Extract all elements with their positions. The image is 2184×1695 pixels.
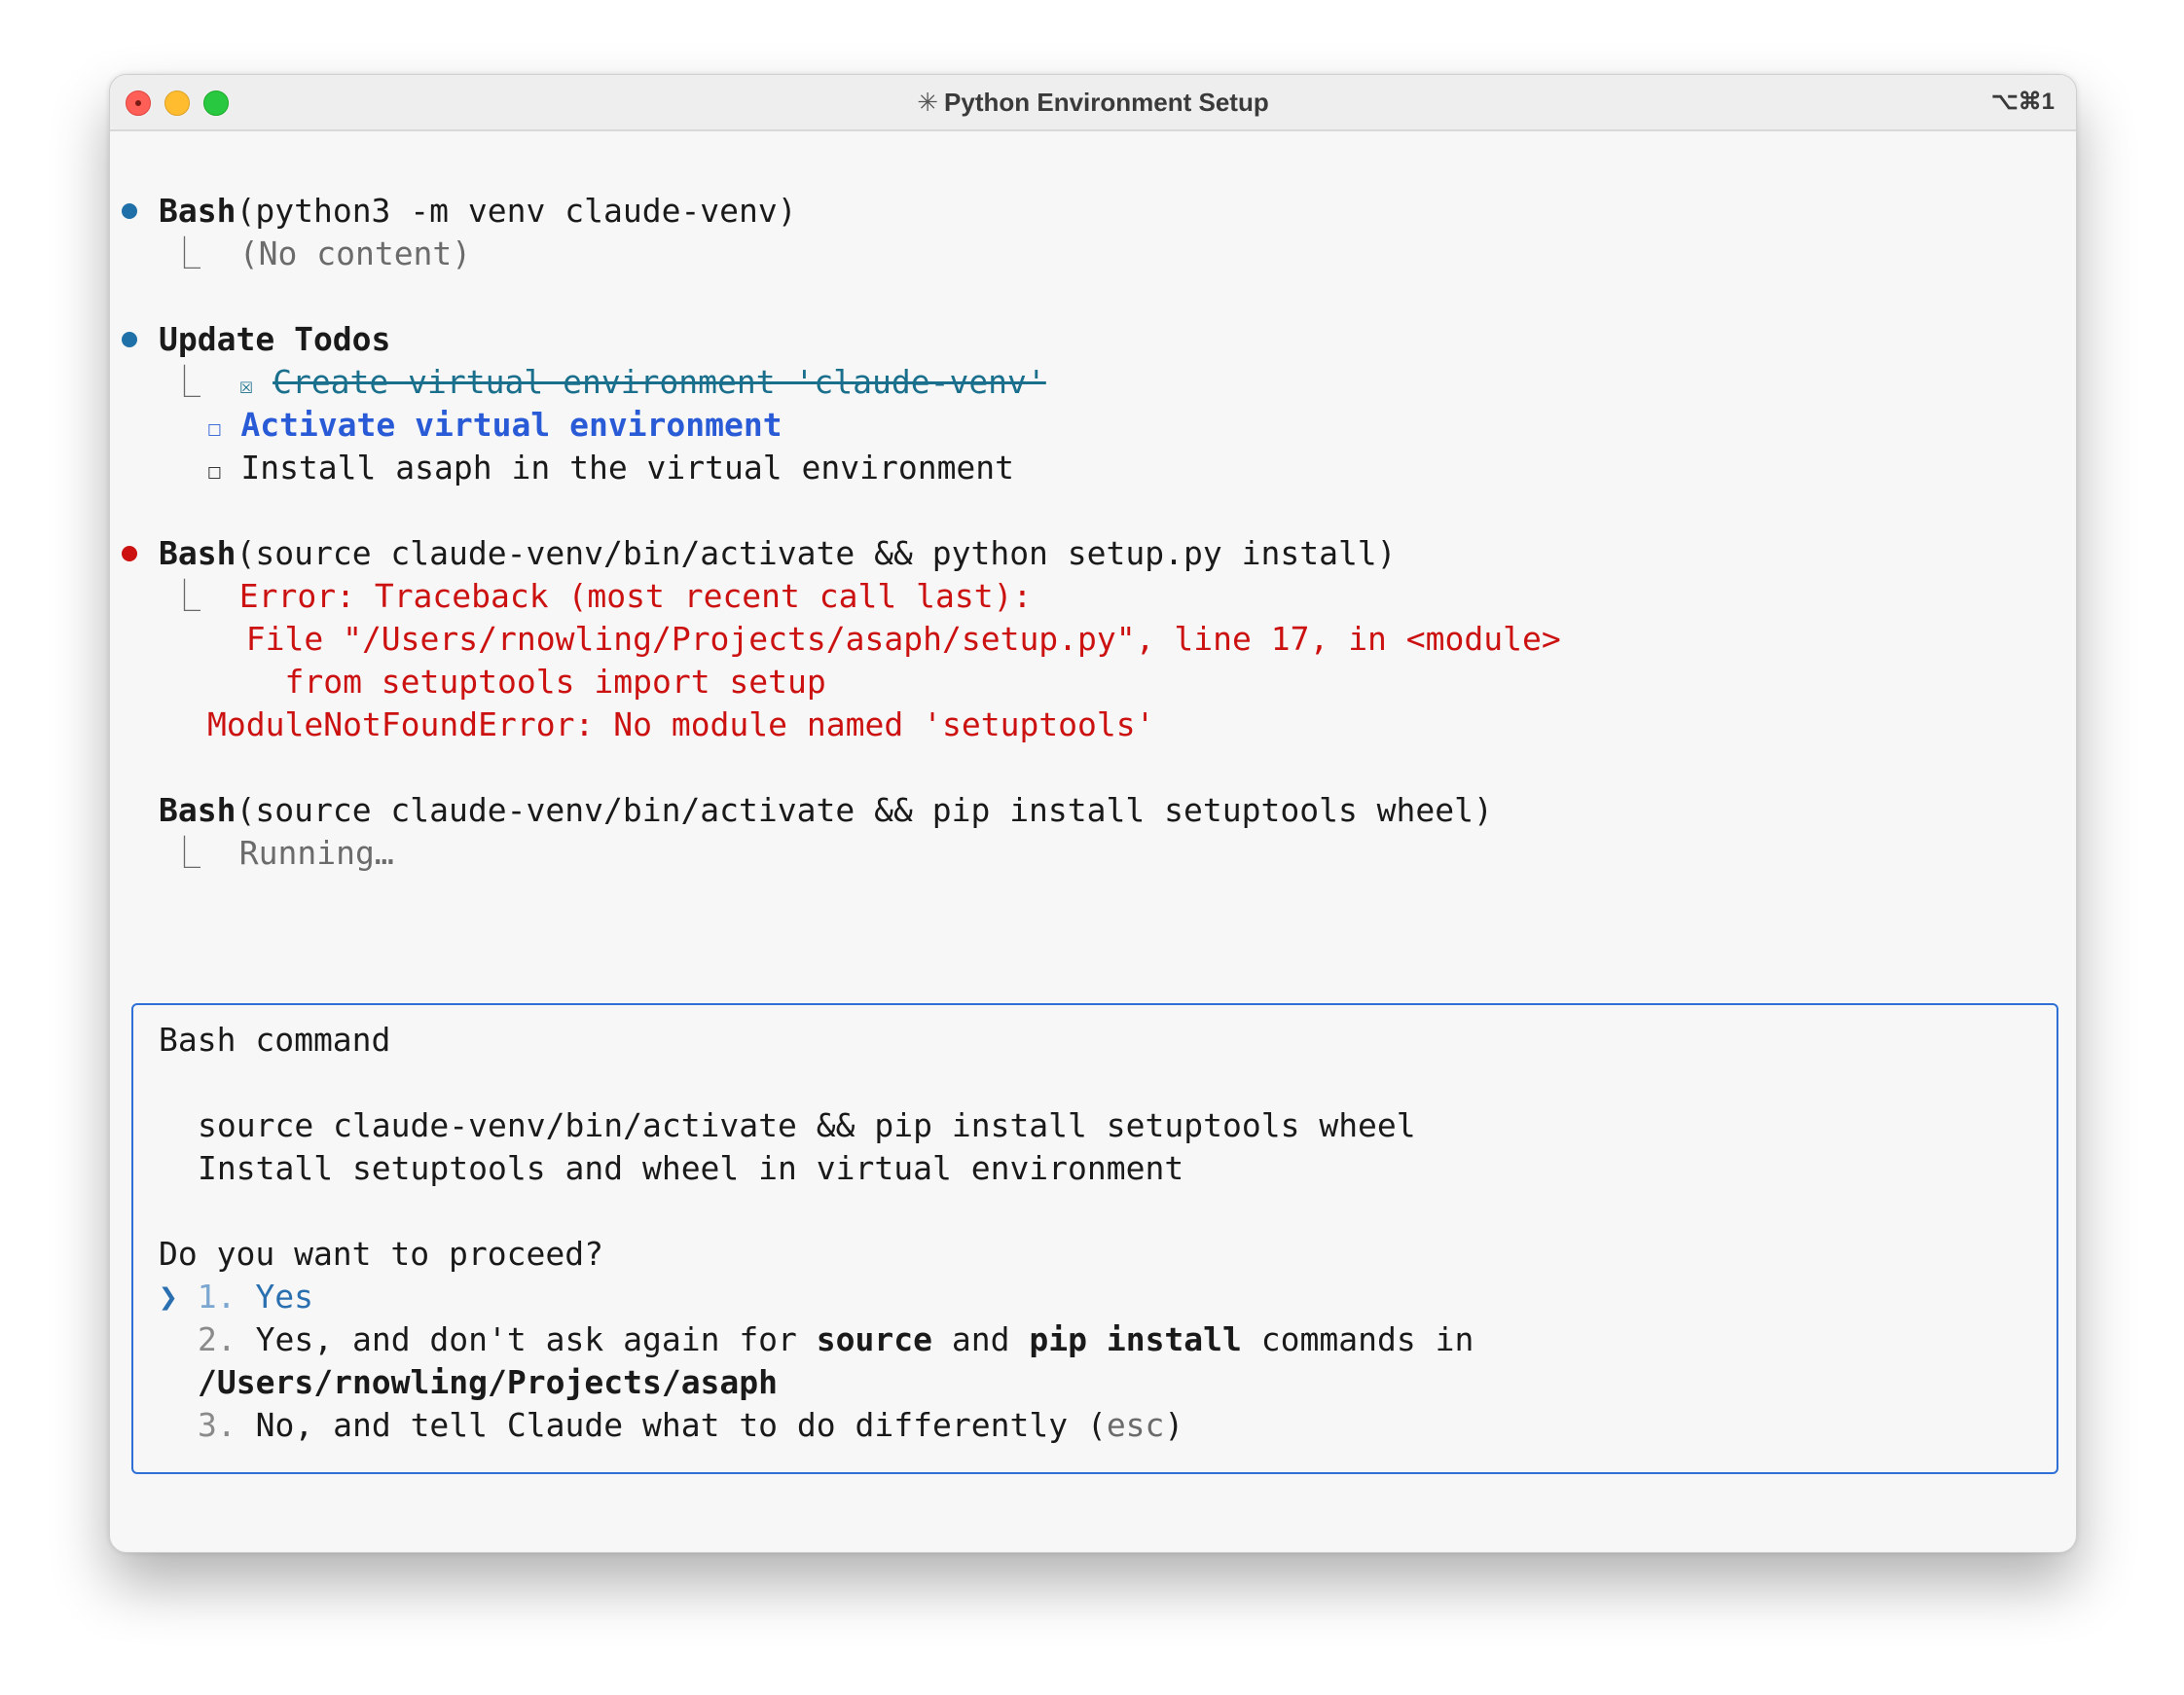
error-line: ModuleNotFoundError: No module named 'se… bbox=[207, 705, 1155, 743]
option-label-command: source bbox=[816, 1320, 933, 1358]
status-dot-error-icon bbox=[122, 546, 137, 561]
title-bar: ✳ Python Environment Setup ⌥⌘1 bbox=[110, 75, 2076, 131]
tool-args: (python3 -m venv claude-venv) bbox=[236, 192, 797, 230]
window-shortcut-label: ⌥⌘1 bbox=[1990, 89, 2055, 115]
selection-chevron-icon: ❯ bbox=[159, 1278, 178, 1316]
tool-call-line: Bash(source claude-venv/bin/activate && … bbox=[159, 532, 1397, 575]
error-line: ⎿ Error: Traceback (most recent call las… bbox=[168, 575, 1032, 618]
window-title-text: Python Environment Setup bbox=[944, 88, 1269, 117]
tree-branch-icon: ⎿ bbox=[168, 234, 200, 272]
option-label: No, and tell Claude what to do different… bbox=[255, 1406, 1107, 1444]
tool-call-line: Bash(source claude-venv/bin/activate && … bbox=[159, 789, 1493, 832]
todo-item-in-progress: ☐ Activate virtual environment bbox=[207, 404, 783, 447]
option-yes[interactable]: ❯ 1. Yes bbox=[159, 1276, 313, 1318]
option-number: 1. bbox=[197, 1278, 237, 1316]
permission-dialog: Bash command source claude-venv/bin/acti… bbox=[131, 1003, 2058, 1474]
checkbox-empty-icon: ☐ bbox=[207, 457, 222, 485]
option-label: Yes, and don't ask again for bbox=[255, 1320, 817, 1358]
status-dot-success-icon bbox=[122, 203, 137, 219]
tool-name: Bash bbox=[159, 791, 237, 829]
option-path: /Users/rnowling/Projects/asaph bbox=[198, 1363, 779, 1401]
option-hint: esc bbox=[1106, 1406, 1165, 1444]
tool-name: Bash bbox=[159, 192, 237, 230]
checkbox-checked-icon: ☒ bbox=[238, 372, 254, 399]
tree-branch-icon: ⎿ bbox=[168, 363, 200, 401]
dialog-title: Bash command bbox=[159, 1021, 391, 1059]
option-label: Yes bbox=[255, 1278, 313, 1316]
tool-args: (source claude-venv/bin/activate && pip … bbox=[236, 791, 1493, 829]
todos-heading: Update Todos bbox=[159, 320, 391, 358]
option-label: commands in bbox=[1241, 1320, 1474, 1358]
error-text: Error: Traceback (most recent call last)… bbox=[238, 577, 1033, 615]
running-status: Running… bbox=[238, 834, 394, 872]
tool-result-line: ⎿ Running… bbox=[168, 832, 394, 875]
status-dot-success-icon bbox=[122, 332, 137, 347]
error-line: File "/Users/rnowling/Projects/asaph/set… bbox=[207, 620, 1561, 658]
window-title: ✳ Python Environment Setup bbox=[110, 75, 2076, 129]
tool-call-line: Bash(python3 -m venv claude-venv) bbox=[159, 190, 797, 233]
command-text: source claude-venv/bin/activate && pip i… bbox=[198, 1106, 1416, 1144]
checkbox-empty-icon: ☐ bbox=[207, 415, 222, 442]
tool-result-line: ⎿ (No content) bbox=[168, 233, 471, 275]
todo-label: Activate virtual environment bbox=[240, 406, 783, 444]
option-label: ) bbox=[1164, 1406, 1184, 1444]
option-no[interactable]: 3. No, and tell Claude what to do differ… bbox=[198, 1404, 1183, 1447]
tool-args: (source claude-venv/bin/activate && pyth… bbox=[236, 534, 1397, 572]
sparkle-icon: ✳ bbox=[917, 88, 939, 117]
tree-branch-icon: ⎿ bbox=[168, 834, 200, 872]
option-yes-dont-ask[interactable]: 2. Yes, and don't ask again for source a… bbox=[198, 1318, 1474, 1361]
proceed-question: Do you want to proceed? bbox=[159, 1235, 603, 1273]
todo-item-completed: ⎿ ☒ Create virtual environment 'claude-v… bbox=[168, 361, 1046, 404]
tree-branch-icon: ⎿ bbox=[168, 577, 200, 615]
option-number: 2. bbox=[198, 1320, 237, 1358]
error-line: from setuptools import setup bbox=[207, 663, 826, 701]
terminal-window: ✳ Python Environment Setup ⌥⌘1 Bash(pytho… bbox=[109, 74, 2077, 1553]
todo-item-pending: ☐ Install asaph in the virtual environme… bbox=[207, 447, 1014, 489]
tool-name: Bash bbox=[159, 534, 237, 572]
option-number: 3. bbox=[198, 1406, 237, 1444]
command-description: Install setuptools and wheel in virtual … bbox=[198, 1149, 1184, 1187]
tool-result-text: (No content) bbox=[238, 234, 472, 272]
option-label-command: pip install bbox=[1029, 1320, 1242, 1358]
todo-label: Create virtual environment 'claude-venv' bbox=[273, 363, 1046, 401]
option-label: and bbox=[932, 1320, 1030, 1358]
todo-label: Install asaph in the virtual environment bbox=[240, 449, 1015, 487]
